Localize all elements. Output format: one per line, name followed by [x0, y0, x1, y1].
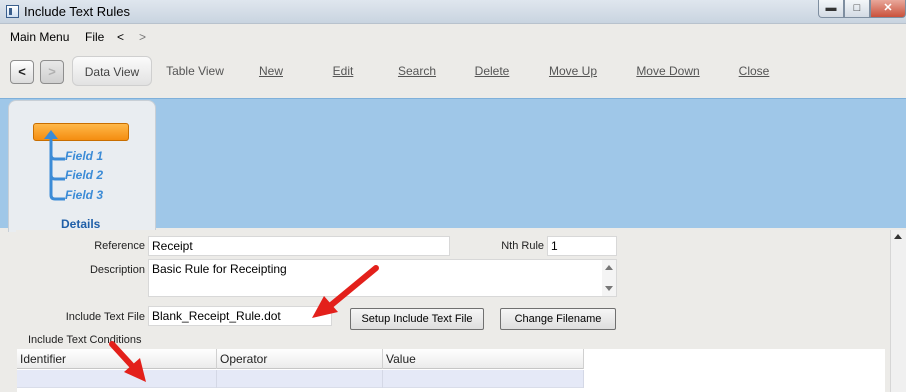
back-button[interactable]: <: [10, 60, 34, 84]
setup-include-text-file-button[interactable]: Setup Include Text File: [350, 308, 484, 330]
reference-label: Reference: [94, 240, 145, 252]
close-window-button[interactable]: ✕: [870, 0, 906, 18]
close-button[interactable]: Close: [732, 56, 776, 86]
table-row[interactable]: [17, 370, 584, 388]
identifier-cell[interactable]: [17, 370, 217, 388]
description-text: Basic Rule for Receipting: [152, 262, 287, 276]
maximize-button[interactable]: □: [844, 0, 870, 18]
edit-button-label: Edit: [332, 64, 354, 78]
include-text-file-field[interactable]: Blank_Receipt_Rule.dot: [148, 306, 332, 326]
close-button-label: Close: [738, 64, 770, 78]
description-field[interactable]: Basic Rule for Receipting: [148, 259, 617, 297]
table-view-button[interactable]: Table View: [160, 56, 230, 86]
description-scrollbar[interactable]: [602, 260, 616, 296]
delete-button[interactable]: Delete: [468, 56, 516, 86]
scroll-down-icon[interactable]: [605, 286, 613, 291]
scroll-up-icon[interactable]: [894, 234, 902, 239]
move-up-button[interactable]: Move Up: [542, 56, 604, 86]
edit-button[interactable]: Edit: [326, 56, 360, 86]
menu-bar: Main Menu File < >: [0, 26, 906, 46]
minimize-button[interactable]: ▬: [818, 0, 844, 18]
nth-rule-field[interactable]: 1: [547, 236, 617, 256]
details-tab[interactable]: Field 1 Field 2 Field 3 Details: [8, 100, 156, 232]
value-cell[interactable]: [383, 370, 584, 388]
column-header-value[interactable]: Value: [383, 349, 584, 369]
nth-rule-label: Nth Rule: [501, 240, 544, 252]
menu-file[interactable]: File: [85, 30, 104, 44]
new-button[interactable]: New: [252, 56, 290, 86]
column-header-operator[interactable]: Operator: [217, 349, 383, 369]
title-bar: Include Text Rules ▬ □ ✕: [0, 0, 906, 24]
column-header-identifier[interactable]: Identifier: [17, 349, 217, 369]
window-title: Include Text Rules: [24, 4, 130, 19]
toolbar: < > Data View Table View New Edit Search…: [4, 48, 906, 96]
details-tab-label: Details: [61, 217, 101, 231]
description-label: Description: [89, 264, 145, 276]
move-down-button[interactable]: Move Down: [630, 56, 706, 86]
include-text-conditions-label: Include Text Conditions: [28, 334, 142, 346]
scroll-up-icon[interactable]: [605, 265, 613, 270]
reference-field[interactable]: Receipt: [148, 236, 450, 256]
vertical-scrollbar[interactable]: [890, 230, 906, 392]
include-text-file-label: Include Text File: [65, 311, 145, 323]
data-view-button[interactable]: Data View: [72, 56, 152, 86]
menu-back[interactable]: <: [117, 30, 124, 44]
move-down-button-label: Move Down: [636, 64, 700, 78]
forward-button[interactable]: >: [40, 60, 64, 84]
move-up-button-label: Move Up: [548, 64, 598, 78]
delete-button-label: Delete: [474, 64, 510, 78]
field-3-label: Field 3: [65, 188, 104, 202]
table-header: Identifier Operator Value: [17, 349, 584, 369]
search-button-label: Search: [397, 64, 437, 78]
menu-forward[interactable]: >: [139, 30, 146, 44]
conditions-table: Identifier Operator Value: [17, 349, 885, 392]
field-2-label: Field 2: [65, 168, 104, 182]
app-icon: [6, 5, 19, 18]
field-1-label: Field 1: [65, 149, 104, 163]
search-button[interactable]: Search: [392, 56, 442, 86]
menu-main-menu[interactable]: Main Menu: [10, 30, 69, 44]
operator-cell[interactable]: [217, 370, 383, 388]
new-button-label: New: [258, 64, 283, 78]
change-filename-button[interactable]: Change Filename: [500, 308, 616, 330]
